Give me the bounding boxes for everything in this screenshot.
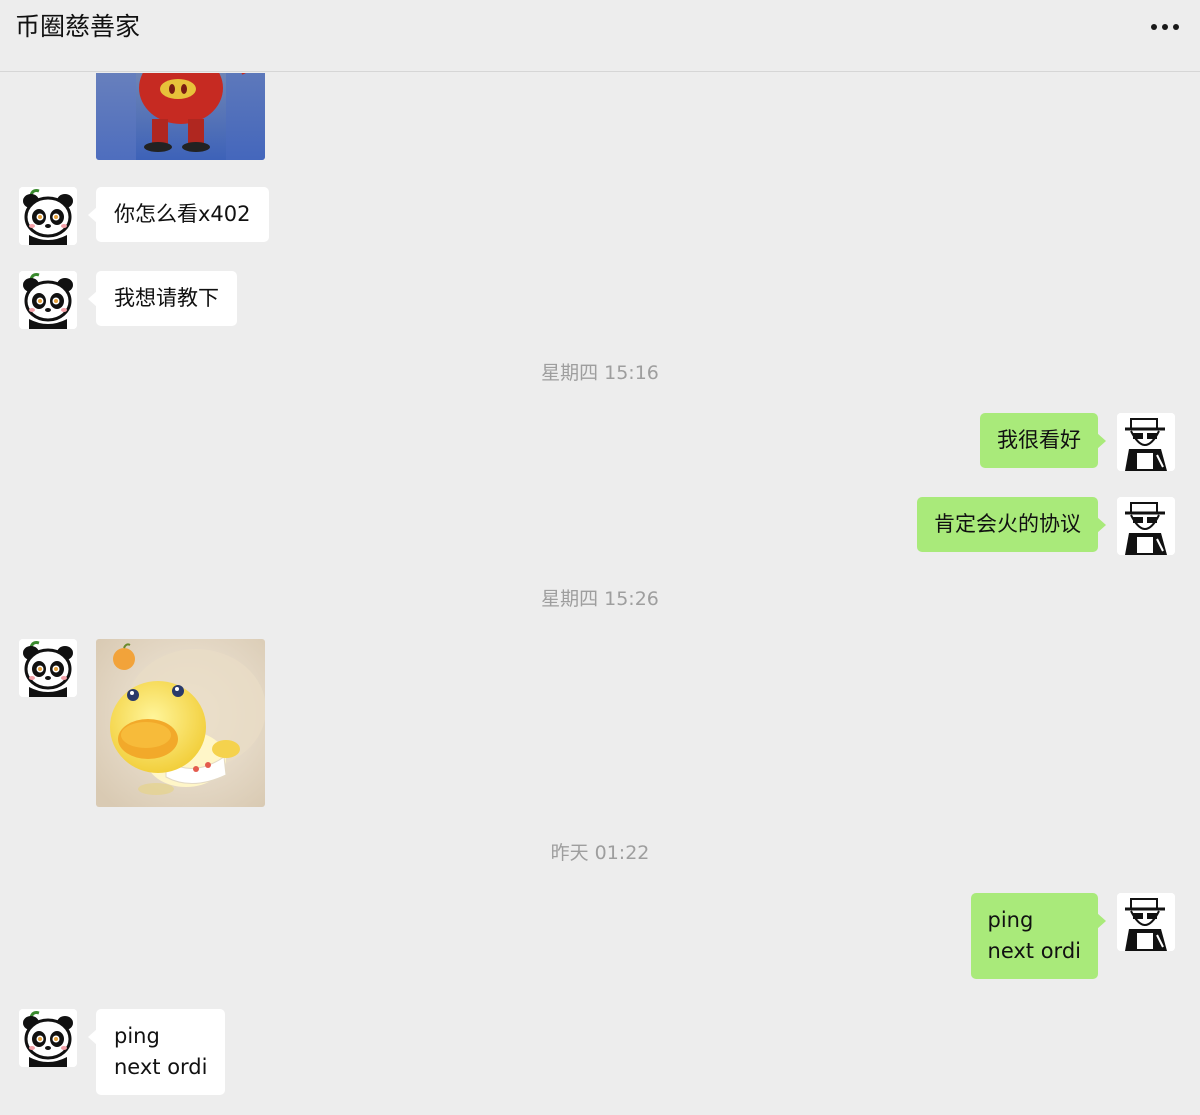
timestamp: 星期四 15:16 bbox=[541, 362, 659, 384]
sticker-message-duck[interactable] bbox=[96, 639, 265, 807]
message-bubble-incoming[interactable]: 我想请教下 bbox=[88, 271, 237, 326]
avatar-panda[interactable] bbox=[19, 639, 77, 697]
message-text: 我想请教下 bbox=[114, 286, 219, 310]
message-bubble-incoming[interactable]: ping next ordi bbox=[87, 1009, 226, 1095]
more-dots-icon bbox=[1151, 24, 1179, 30]
message-bubble-outgoing[interactable]: ping next ordi bbox=[970, 893, 1107, 979]
avatar-panda[interactable] bbox=[19, 271, 77, 329]
timestamp: 星期四 15:26 bbox=[541, 588, 659, 610]
avatar-panda[interactable] bbox=[19, 187, 77, 245]
avatar-self[interactable] bbox=[1117, 893, 1175, 951]
panda-avatar-icon bbox=[19, 187, 77, 245]
message-bubble-outgoing[interactable]: 我很看好 bbox=[980, 413, 1106, 468]
message-text-line: ping bbox=[987, 908, 1034, 932]
red-pig-sticker bbox=[96, 73, 265, 160]
message-list[interactable]: 你怎么看x402 我想请教下 星期四 15:16 我很看好 肯定会火的协议 星期… bbox=[0, 73, 1200, 1115]
message-bubble-outgoing[interactable]: 肯定会火的协议 bbox=[917, 497, 1106, 552]
chat-header: 币圈慈善家 bbox=[0, 0, 1200, 72]
sketch-avatar-icon bbox=[1117, 497, 1175, 555]
panda-avatar-icon bbox=[19, 639, 77, 697]
yellow-duck-sticker bbox=[96, 639, 265, 807]
chat-title: 币圈慈善家 bbox=[15, 12, 141, 41]
message-text: 肯定会火的协议 bbox=[934, 512, 1081, 536]
panda-avatar-icon bbox=[19, 1009, 77, 1067]
avatar-self[interactable] bbox=[1117, 497, 1175, 555]
sketch-avatar-icon bbox=[1117, 413, 1175, 471]
message-text-line: next ordi bbox=[987, 939, 1081, 963]
message-text-line: ping bbox=[114, 1024, 160, 1048]
avatar-panda[interactable] bbox=[19, 1009, 77, 1067]
message-text-line: next ordi bbox=[114, 1055, 208, 1079]
sketch-avatar-icon bbox=[1117, 893, 1175, 951]
more-options-button[interactable] bbox=[1148, 17, 1182, 37]
sticker-message-pig[interactable] bbox=[96, 73, 265, 160]
message-text: 你怎么看x402 bbox=[114, 202, 251, 226]
message-text: 我很看好 bbox=[997, 428, 1081, 452]
timestamp: 昨天 01:22 bbox=[550, 842, 650, 864]
panda-avatar-icon bbox=[19, 271, 77, 329]
message-bubble-incoming[interactable]: 你怎么看x402 bbox=[88, 187, 269, 242]
avatar-self[interactable] bbox=[1117, 413, 1175, 471]
